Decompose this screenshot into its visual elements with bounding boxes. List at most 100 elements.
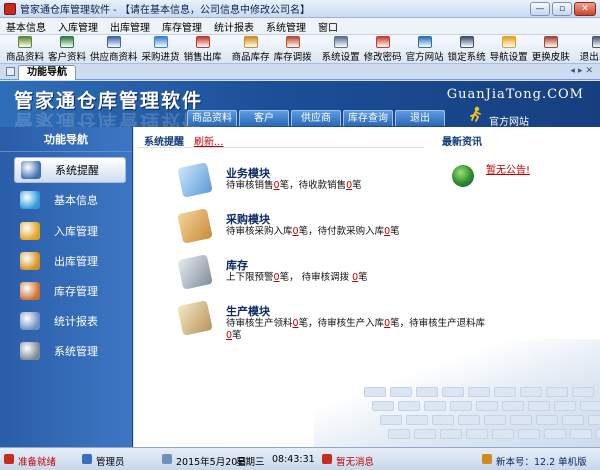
skin-icon bbox=[543, 36, 558, 48]
module-text: 笔，待付款采购入库 bbox=[298, 226, 385, 237]
keyboard-key-decoration bbox=[450, 401, 472, 411]
toolbar-button-password[interactable]: 修改密码 bbox=[362, 35, 404, 63]
message-icon bbox=[322, 454, 332, 464]
keyboard-key-decoration bbox=[502, 401, 524, 411]
toolbar-label: 导航设置 bbox=[489, 52, 528, 63]
menu-inbound[interactable]: 入库管理 bbox=[58, 19, 98, 34]
menu-outbound[interactable]: 出库管理 bbox=[110, 19, 150, 34]
nav-item-inventory[interactable]: 库存管理 bbox=[14, 278, 126, 304]
sales-icon bbox=[195, 36, 210, 48]
nav-item-basic-info[interactable]: 基本信息 bbox=[14, 187, 126, 213]
toolbar-button-navigation[interactable]: 导航设置 bbox=[488, 35, 530, 63]
password-icon bbox=[375, 36, 390, 48]
toolbar-button-product[interactable]: 商品资料 bbox=[4, 35, 46, 63]
supplier-icon bbox=[106, 36, 121, 48]
toolbar-button-skin[interactable]: 更换皮肤 bbox=[530, 35, 572, 63]
heading-divider bbox=[138, 147, 424, 148]
pin-icon[interactable] bbox=[6, 67, 15, 76]
window-title: 管家通仓库管理软件 - 【请在基本信息，公司信息中修改公司名】 bbox=[20, 5, 310, 16]
keyboard-key-decoration bbox=[544, 429, 566, 439]
runner-logo-icon[interactable] bbox=[469, 106, 483, 122]
nav-item-inbound[interactable]: 入库管理 bbox=[14, 218, 126, 244]
toolbar-button-lock[interactable]: 锁定系统 bbox=[446, 35, 488, 63]
message-status[interactable]: 暂无消息 bbox=[336, 454, 374, 468]
menu-window[interactable]: 窗口 bbox=[318, 19, 338, 34]
menu-basic-info[interactable]: 基本信息 bbox=[6, 19, 46, 34]
nav-item-label: 基本信息 bbox=[54, 194, 98, 207]
banner-tab-suppliers[interactable]: 供应商 bbox=[291, 110, 341, 126]
nav-item-report[interactable]: 统计报表 bbox=[14, 308, 126, 334]
toolbar-label: 商品资料 bbox=[6, 52, 45, 63]
news-notice-link[interactable]: 暂无公告! bbox=[486, 161, 530, 176]
current-weekday: 星期三 bbox=[236, 457, 265, 468]
maximize-button[interactable]: ▫ bbox=[552, 2, 572, 16]
toolbar-button-exit[interactable]: 退出系统 bbox=[578, 35, 600, 63]
keyboard-key-decoration bbox=[520, 387, 542, 397]
product-icon bbox=[18, 36, 32, 48]
site-url: GuanJiaTong.COM bbox=[446, 87, 584, 102]
refresh-link[interactable]: 刷新... bbox=[194, 133, 224, 148]
menu-bar: 基本信息 入库管理 出库管理 库存管理 统计报表 系统管理 窗口 bbox=[0, 18, 600, 34]
toolbar-label: 修改密码 bbox=[363, 52, 402, 63]
menu-reports[interactable]: 统计报表 bbox=[214, 19, 254, 34]
nav-item-alert[interactable]: 系统提醒 bbox=[14, 157, 126, 183]
system-alert-heading: 系统提醒 bbox=[144, 137, 184, 148]
banner-tabs: 商品资料 客户 供应商 库存查询 退出 bbox=[187, 110, 445, 126]
keyboard-key-decoration bbox=[572, 387, 594, 397]
book-icon bbox=[177, 162, 213, 198]
module-title: 生产模块 bbox=[226, 305, 270, 318]
close-button[interactable]: ✕ bbox=[574, 2, 596, 16]
keyboard-key-decoration bbox=[390, 387, 412, 397]
banner-tab-products[interactable]: 商品资料 bbox=[187, 110, 237, 126]
module-text: 笔，待审核生产入库 bbox=[298, 318, 385, 329]
exit-icon bbox=[591, 36, 600, 48]
nav-item-system[interactable]: 系统管理 bbox=[14, 338, 126, 364]
toolbar-button-website[interactable]: 官方网站 bbox=[404, 35, 446, 63]
left-navigation: 功能导航 系统提醒 基本信息 入库管理 出库管理 库存管理 统计报表 系统管理 bbox=[0, 127, 133, 447]
status-bar: 准备就绪 管理员 2015年5月20日 星期三 08:43:31 暂无消息 新本… bbox=[0, 447, 600, 470]
keyboard-key-decoration bbox=[494, 387, 516, 397]
module-text: 笔，待审核生产退料库 bbox=[390, 318, 486, 329]
lock-icon bbox=[459, 36, 474, 48]
current-user: 管理员 bbox=[96, 457, 125, 468]
toolbar-label: 商品库存 bbox=[231, 52, 270, 63]
keyboard-key-decoration bbox=[398, 401, 420, 411]
inbound-icon bbox=[20, 222, 40, 240]
keyboard-key-decoration bbox=[554, 401, 576, 411]
menu-system[interactable]: 系统管理 bbox=[266, 19, 306, 34]
tab-scroll-arrows-icon[interactable]: ◂▸✕ bbox=[570, 66, 596, 76]
banner-tab-stock-query[interactable]: 库存查询 bbox=[343, 110, 393, 126]
toolbar-button-sales[interactable]: 销售出库 bbox=[182, 35, 224, 63]
module-line: 待审核采购入库0笔，待付款采购入库0笔 bbox=[226, 226, 400, 238]
keyboard-key-decoration bbox=[424, 401, 446, 411]
nav-item-outbound[interactable]: 出库管理 bbox=[14, 248, 126, 274]
official-site-link[interactable]: 官方网站 bbox=[489, 113, 529, 127]
banner-tab-customers[interactable]: 客户 bbox=[239, 110, 289, 126]
toolbar-button-stock[interactable]: 商品库存 bbox=[230, 35, 272, 63]
current-time: 08:43:31 bbox=[272, 454, 315, 465]
module-text: 笔 bbox=[352, 180, 362, 191]
toolbar-label: 客户资料 bbox=[48, 52, 87, 63]
module-text: 待审核生产领料 bbox=[226, 318, 293, 329]
keyboard-key-decoration bbox=[510, 415, 532, 425]
toolbar-button-supplier[interactable]: 供应商资料 bbox=[88, 35, 140, 63]
minimize-button[interactable]: — bbox=[530, 2, 550, 16]
keyboard-key-decoration bbox=[484, 415, 506, 425]
inventory-icon bbox=[20, 282, 40, 300]
toolbar-button-customer[interactable]: 客户资料 bbox=[46, 35, 88, 63]
app-icon bbox=[4, 2, 16, 15]
window-controls: — ▫ ✕ bbox=[530, 2, 596, 16]
module-text: 笔 bbox=[232, 330, 242, 341]
banner-tab-exit[interactable]: 退出 bbox=[395, 110, 445, 126]
toolbar-button-settings[interactable]: 系统设置 bbox=[320, 35, 362, 63]
website-icon bbox=[417, 36, 432, 48]
tab-function-navigation[interactable]: 功能导航 bbox=[18, 65, 76, 80]
latest-news-heading: 最新资讯 bbox=[442, 137, 482, 148]
toolbar-button-transfer[interactable]: 库存调拨 bbox=[272, 35, 314, 63]
menu-inventory[interactable]: 库存管理 bbox=[162, 19, 202, 34]
calendar-icon bbox=[162, 454, 172, 464]
nav-item-label: 系统管理 bbox=[54, 345, 98, 358]
keyboard-key-decoration bbox=[432, 415, 454, 425]
toolbar-button-purchase[interactable]: 采购进货 bbox=[140, 35, 182, 63]
keyboard-key-decoration bbox=[442, 387, 464, 397]
